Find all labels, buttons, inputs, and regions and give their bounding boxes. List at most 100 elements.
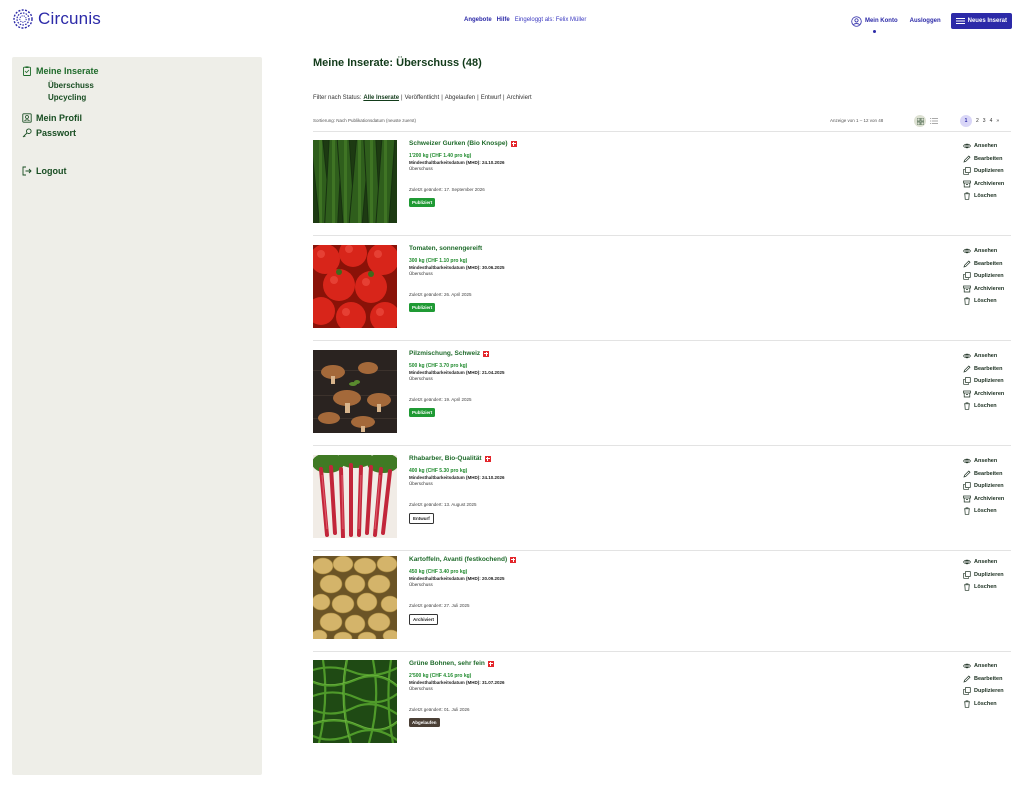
edit-button[interactable]: Bearbeiten xyxy=(963,258,1004,271)
account-label: Mein Konto xyxy=(864,18,898,24)
eye-icon xyxy=(963,664,971,669)
delete-button[interactable]: Löschen xyxy=(963,190,1004,203)
pencil-icon xyxy=(963,365,971,373)
duplicate-label: Duplizieren xyxy=(974,688,1004,695)
listing-actions: Ansehen Duplizieren Löschen xyxy=(963,556,1004,594)
archive-button[interactable]: Archivieren xyxy=(963,388,1004,401)
listing-image[interactable] xyxy=(313,455,397,538)
duplicate-button[interactable]: Duplizieren xyxy=(963,165,1004,178)
sidebar-item-surplus[interactable]: Überschuss xyxy=(48,81,94,90)
view-button[interactable]: Ansehen xyxy=(963,556,1004,569)
list-plus-icon xyxy=(955,18,965,24)
archive-button[interactable]: Archivieren xyxy=(963,283,1004,296)
delete-button[interactable]: Löschen xyxy=(963,400,1004,413)
logout-link[interactable]: Ausloggen xyxy=(910,18,941,24)
account-link[interactable]: Mein Konto xyxy=(851,15,898,33)
duplicate-label: Duplizieren xyxy=(974,378,1004,385)
view-button[interactable]: Ansehen xyxy=(963,455,1004,468)
listing-title[interactable]: Pilzmischung, Schweiz xyxy=(409,350,809,357)
listing-row: Tomaten, sonnengereift 300 kg (CHF 1.10 … xyxy=(313,236,1011,341)
sidebar-item-logout[interactable]: Logout xyxy=(22,166,67,176)
new-listing-button[interactable]: Neues Inserat xyxy=(950,13,1012,29)
listing-title[interactable]: Tomaten, sonnengereift xyxy=(409,245,809,252)
view-button[interactable]: Ansehen xyxy=(963,660,1004,673)
listing-info: Kartoffeln, Avanti (festkochend) 450 kg … xyxy=(409,556,809,587)
mushrooms-photo xyxy=(313,350,397,433)
sidebar-item-listings[interactable]: Meine Inserate xyxy=(22,66,99,76)
page-4[interactable]: 4 xyxy=(990,118,993,124)
trash-icon xyxy=(964,402,970,410)
view-button[interactable]: Ansehen xyxy=(963,350,1004,363)
page-next[interactable]: » xyxy=(996,118,999,124)
sort-label[interactable]: Sortierung: Nach Publikationsdatum (neus… xyxy=(313,118,416,123)
sidebar-item-profile[interactable]: Mein Profil xyxy=(22,113,82,123)
filter-sep: | xyxy=(503,95,505,101)
listing-info: Grüne Bohnen, sehr fein 2'500 kg (CHF 4.… xyxy=(409,660,809,691)
page-2[interactable]: 2 xyxy=(976,118,979,124)
filter-draft[interactable]: Entwurf xyxy=(481,95,501,101)
duplicate-button[interactable]: Duplizieren xyxy=(963,685,1004,698)
pencil-icon xyxy=(963,155,971,163)
eye-icon xyxy=(963,560,971,565)
listing-image[interactable] xyxy=(313,245,397,328)
filter-all[interactable]: Alle Inserate xyxy=(363,95,399,101)
copy-icon xyxy=(963,571,971,579)
edit-button[interactable]: Bearbeiten xyxy=(963,153,1004,166)
edit-button[interactable]: Bearbeiten xyxy=(963,363,1004,376)
listing-mhd: Mindesthaltbarkeitsdatum (MHD): 30.06.20… xyxy=(409,265,505,270)
page-1[interactable]: 1 xyxy=(960,115,972,127)
green-beans-photo xyxy=(313,660,397,743)
archive-label: Archivieren xyxy=(974,180,1005,187)
filter-published[interactable]: Veröffentlicht xyxy=(405,95,440,101)
archive-button[interactable]: Archivieren xyxy=(963,493,1004,506)
delete-button[interactable]: Löschen xyxy=(963,698,1004,711)
trash-icon xyxy=(964,192,970,200)
delete-button[interactable]: Löschen xyxy=(963,581,1004,594)
listing-title[interactable]: Kartoffeln, Avanti (festkochend) xyxy=(409,556,809,563)
sidebar-item-password[interactable]: Passwort xyxy=(22,128,76,138)
page-3[interactable]: 3 xyxy=(983,118,986,124)
listing-row: Grüne Bohnen, sehr fein 2'500 kg (CHF 4.… xyxy=(313,651,1011,756)
filter-expired[interactable]: Abgelaufen xyxy=(445,95,475,101)
eye-icon xyxy=(963,249,971,254)
delete-button[interactable]: Löschen xyxy=(963,295,1004,308)
listing-image[interactable] xyxy=(313,660,397,743)
nav-help-link[interactable]: Hilfe xyxy=(497,17,510,23)
user-circle-icon xyxy=(851,15,862,27)
listing-row: Pilzmischung, Schweiz 500 kg (CHF 3.70 p… xyxy=(313,341,1011,446)
listing-image[interactable] xyxy=(313,350,397,433)
listing-last-changed: Zuletzt geändert: 26. April 2025 xyxy=(409,292,472,297)
listing-info: Rhabarber, Bio-Qualität 400 kg (CHF 5.30… xyxy=(409,455,809,486)
listing-title[interactable]: Grüne Bohnen, sehr fein xyxy=(409,660,809,667)
listing-title[interactable]: Schweizer Gurken (Bio Knospe) xyxy=(409,140,809,147)
trash-icon xyxy=(964,583,970,591)
list-view-icon[interactable] xyxy=(930,117,938,125)
swiss-flag-icon xyxy=(510,140,517,147)
copy-icon xyxy=(963,482,971,490)
listing-image[interactable] xyxy=(313,556,397,639)
sidebar-item-upcycling[interactable]: Upcycling xyxy=(48,93,86,102)
duplicate-button[interactable]: Duplizieren xyxy=(963,569,1004,582)
view-button[interactable]: Ansehen xyxy=(963,245,1004,258)
nav-offers-link[interactable]: Angebote xyxy=(464,17,492,23)
view-button[interactable]: Ansehen xyxy=(963,140,1004,153)
view-label: Ansehen xyxy=(974,458,998,465)
listing-title[interactable]: Rhabarber, Bio-Qualität xyxy=(409,455,809,462)
listing-actions: Ansehen Bearbeiten Duplizieren Archivier… xyxy=(963,350,1004,413)
logo[interactable]: Circunis xyxy=(12,8,101,30)
archive-button[interactable]: Archivieren xyxy=(963,178,1004,191)
duplicate-button[interactable]: Duplizieren xyxy=(963,270,1004,283)
duplicate-button[interactable]: Duplizieren xyxy=(963,480,1004,493)
pencil-icon xyxy=(963,675,971,683)
listing-image[interactable] xyxy=(313,140,397,223)
edit-button[interactable]: Bearbeiten xyxy=(963,468,1004,481)
delete-button[interactable]: Löschen xyxy=(963,505,1004,518)
sidebar: Meine Inserate Überschuss Upcycling Mein… xyxy=(12,57,262,775)
filter-archived[interactable]: Archiviert xyxy=(507,95,532,101)
edit-button[interactable]: Bearbeiten xyxy=(963,673,1004,686)
view-label: Ansehen xyxy=(974,248,998,255)
duplicate-button[interactable]: Duplizieren xyxy=(963,375,1004,388)
filter-sep: | xyxy=(401,95,403,101)
delete-label: Löschen xyxy=(974,298,997,305)
grid-view-toggle[interactable] xyxy=(914,115,926,127)
